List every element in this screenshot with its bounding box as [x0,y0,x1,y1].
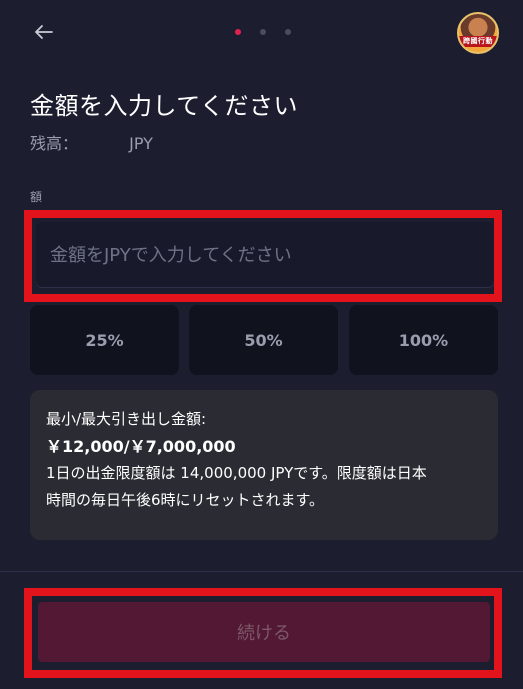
percent-100-button[interactable]: 100% [349,305,498,375]
back-button[interactable] [32,20,56,44]
percent-50-button[interactable]: 50% [189,305,338,375]
step-dot [285,29,291,35]
amount-field-label: 額 [30,190,43,204]
divider [0,571,523,572]
step-indicator [235,29,295,37]
step-dot-active [235,29,241,35]
percent-buttons: 25% 50% 100% [30,305,498,375]
balance-row: 残高： JPY [30,130,153,154]
percent-25-button[interactable]: 25% [30,305,179,375]
amount-input[interactable] [36,222,494,288]
daily-limit-text: 1日の出金限度額は 14,000,000 JPYです。限度額は日本 [46,464,427,482]
withdraw-amount-screen: 跨國行動 金額を入力してください 残高： JPY 額 25% 50% 100% … [0,0,523,689]
avatar[interactable]: 跨國行動 [457,12,499,54]
reset-time-text: 時間の毎日午後6時にリセットされます。 [46,491,325,509]
limits-title: 最小/最大引き出し金額: [46,410,207,428]
limits-range: ￥12,000/￥7,000,000 [46,437,236,456]
page-title: 金額を入力してください [30,92,299,120]
withdrawal-limits-info: 最小/最大引き出し金額: ￥12,000/￥7,000,000 1日の出金限度額… [30,390,498,540]
continue-button[interactable]: 続ける [38,602,490,662]
balance-currency: JPY [129,134,153,153]
avatar-logo-text: 跨國行動 [459,36,497,47]
balance-label: 残高： [30,134,79,153]
step-dot [260,29,266,35]
arrow-left-icon [35,25,53,39]
